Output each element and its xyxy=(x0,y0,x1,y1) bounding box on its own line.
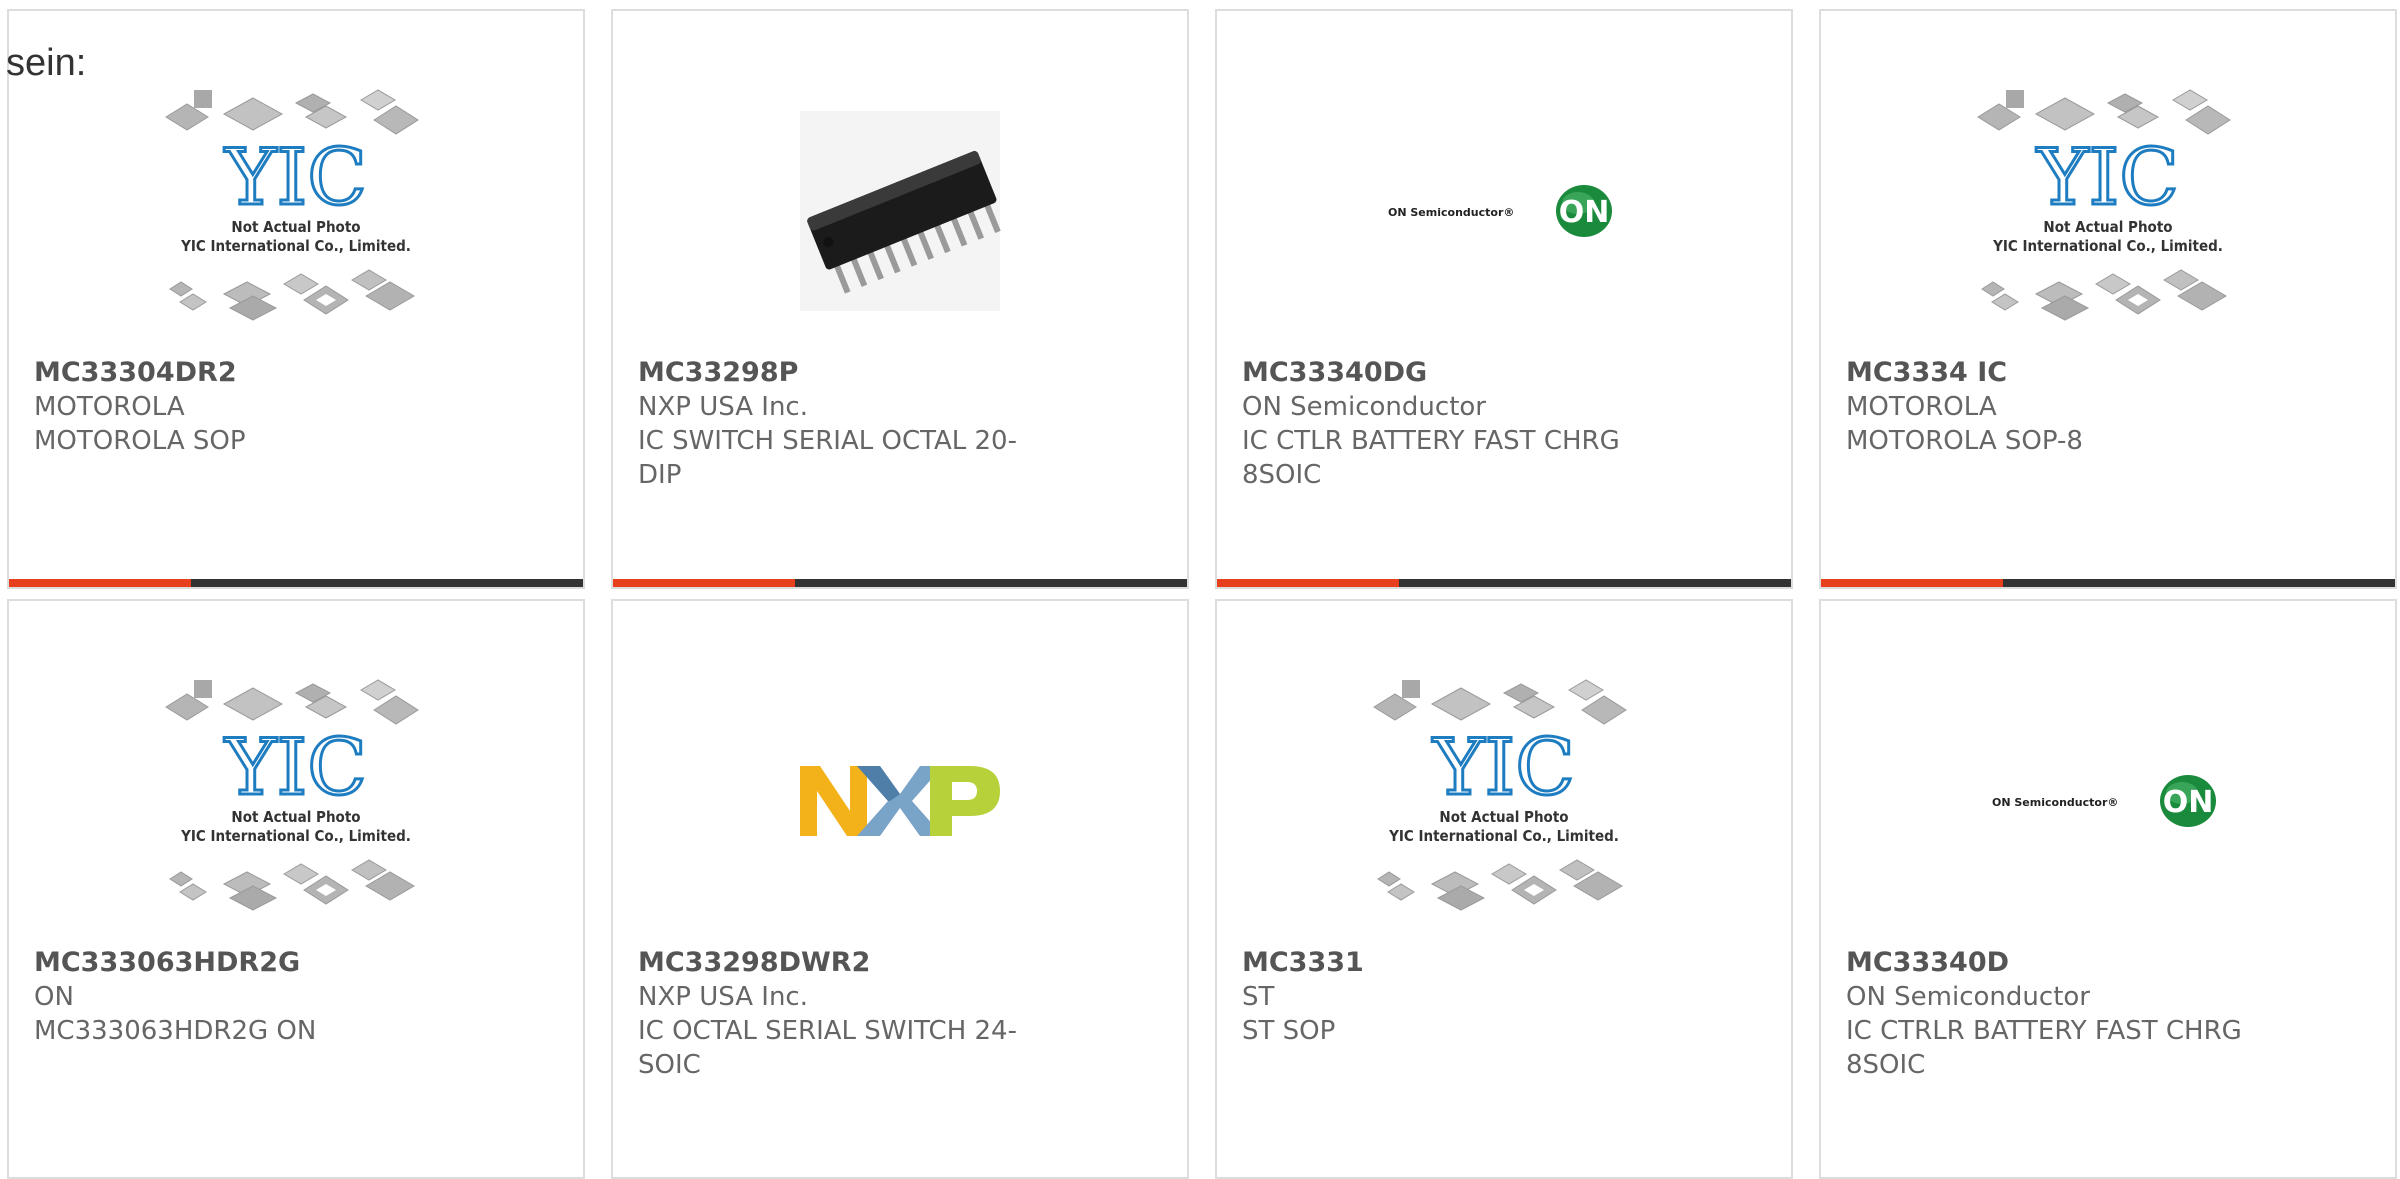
part-number-link[interactable]: MC33340DG xyxy=(1242,356,1641,390)
manufacturer: NXP USA Inc. xyxy=(638,982,808,1012)
manufacturer: ON xyxy=(34,982,74,1012)
description: MC333063HDR2G ON xyxy=(34,1016,317,1046)
product-photo-placeholder: YIC Not Actual Photo YIC International Co.… xyxy=(9,71,583,351)
product-card[interactable]: ON Semiconductor® ON MC33340DG ON Semicon… xyxy=(1215,9,1793,589)
part-number-link[interactable]: MC333063HDR2G xyxy=(34,946,433,980)
card-footer-bar xyxy=(1217,579,1791,587)
manufacturer: NXP USA Inc. xyxy=(638,392,808,422)
product-photo-dip-chip xyxy=(613,71,1187,351)
yic-logo: YIC xyxy=(224,133,367,223)
part-number-link[interactable]: MC33304DR2 xyxy=(34,356,433,390)
part-number-link[interactable]: MC33340D xyxy=(1846,946,2245,980)
manufacturer: MOTOROLA xyxy=(34,392,185,422)
manufacturer: ON Semiconductor xyxy=(1846,982,2090,1012)
description: MOTOROLA SOP xyxy=(34,426,246,456)
product-photo-placeholder: YIC Not Actual Photo YIC International Co.… xyxy=(1217,661,1791,941)
part-number-link[interactable]: MC3334 IC xyxy=(1846,356,2245,390)
card-footer-bar xyxy=(1821,579,2395,587)
product-card[interactable]: MC33298DWR2 NXP USA Inc. IC OCTAL SERIAL… xyxy=(611,599,1189,1179)
on-semi-wordmark: ON Semiconductor® xyxy=(1388,206,1514,219)
part-number-link[interactable]: MC3331 xyxy=(1242,946,1641,980)
on-semiconductor-logo: ON Semiconductor® ON xyxy=(1821,661,2395,941)
description: ST SOP xyxy=(1242,1016,1336,1046)
product-card[interactable]: YIC Not Actual Photo YIC International Co.… xyxy=(1819,9,2397,589)
product-photo-placeholder: YIC Not Actual Photo YIC International Co.… xyxy=(9,661,583,941)
card-footer-bar xyxy=(9,579,583,587)
product-card[interactable]: MC33298P NXP USA Inc. IC SWITCH SERIAL O… xyxy=(611,9,1189,589)
manufacturer: ON Semiconductor xyxy=(1242,392,1486,422)
product-card[interactable]: YIC Not Actual Photo YIC International Co.… xyxy=(1215,599,1793,1179)
yic-company-caption: YIC International Co., Limited. xyxy=(1992,237,2223,255)
manufacturer: MOTOROLA xyxy=(1846,392,1997,422)
product-card[interactable]: YIC Not Actual Photo YIC International Co.… xyxy=(7,9,585,589)
on-semiconductor-logo: ON Semiconductor® ON xyxy=(1217,71,1791,351)
on-semi-logo-graphic: ON Semiconductor® ON xyxy=(1388,185,1612,237)
nxp-logo xyxy=(613,661,1187,941)
description: IC CTRLR BATTERY FAST CHRG 8SOIC xyxy=(1846,1016,2242,1080)
on-semi-logo-graphic: ON Semiconductor® ON xyxy=(1992,775,2216,827)
on-mark: ON xyxy=(1559,195,1610,230)
yic-logo: YIC xyxy=(224,723,367,813)
on-semi-wordmark: ON Semiconductor® xyxy=(1992,796,2118,809)
yic-placeholder-graphic: YICNot Actual PhotoYIC International Co.… xyxy=(165,89,419,321)
on-mark: ON xyxy=(2163,785,2214,820)
yic-company-caption: YIC International Co., Limited. xyxy=(180,827,411,845)
description: IC CTLR BATTERY FAST CHRG 8SOIC xyxy=(1242,426,1620,490)
part-number-link[interactable]: MC33298P xyxy=(638,356,1037,390)
description: IC OCTAL SERIAL SWITCH 24-SOIC xyxy=(638,1016,1017,1080)
lead-text: sein: xyxy=(6,42,87,84)
part-number-link[interactable]: MC33298DWR2 xyxy=(638,946,1037,980)
yic-company-caption: YIC International Co., Limited. xyxy=(180,237,411,255)
product-card[interactable]: ON Semiconductor® ON MC33340D ON Semicond… xyxy=(1819,599,2397,1179)
product-card[interactable]: YIC Not Actual Photo YIC International Co.… xyxy=(7,599,585,1179)
not-actual-photo-caption: Not Actual Photo xyxy=(2043,218,2172,236)
yic-logo: YIC xyxy=(2036,133,2179,223)
product-photo-placeholder: YIC Not Actual Photo YIC International Co.… xyxy=(1821,71,2395,351)
yic-placeholder-graphic: YICNot Actual PhotoYIC International Co.… xyxy=(1373,679,1627,911)
not-actual-photo-caption: Not Actual Photo xyxy=(231,808,360,826)
card-footer-bar xyxy=(613,579,1187,587)
yic-placeholder-graphic: YICNot Actual PhotoYIC International Co.… xyxy=(165,679,419,911)
yic-logo: YIC xyxy=(1432,723,1575,813)
manufacturer: ST xyxy=(1242,982,1275,1012)
yic-company-caption: YIC International Co., Limited. xyxy=(1388,827,1619,845)
not-actual-photo-caption: Not Actual Photo xyxy=(1439,808,1568,826)
not-actual-photo-caption: Not Actual Photo xyxy=(231,218,360,236)
description: IC SWITCH SERIAL OCTAL 20-DIP xyxy=(638,426,1017,490)
yic-placeholder-graphic: YICNot Actual PhotoYIC International Co.… xyxy=(1977,89,2231,321)
description: MOTOROLA SOP-8 xyxy=(1846,426,2083,456)
